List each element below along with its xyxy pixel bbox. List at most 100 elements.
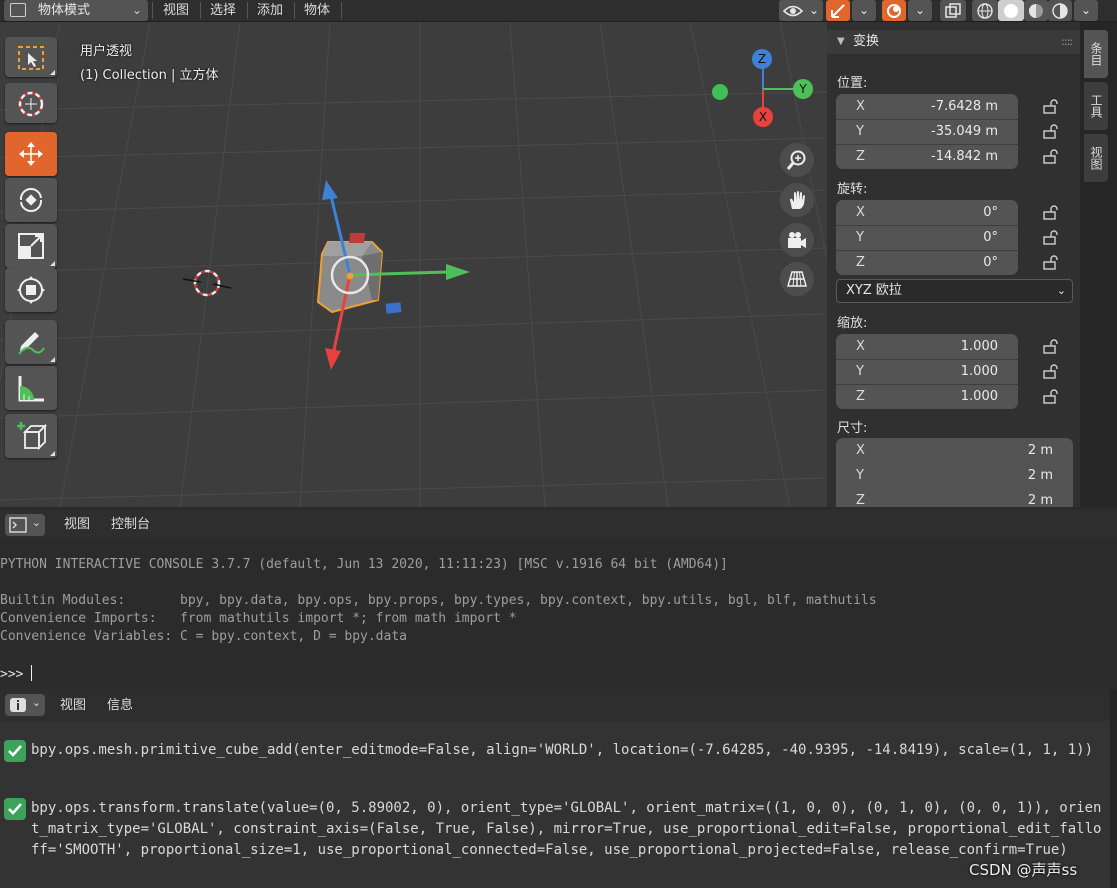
visibility-dropdown[interactable]: ⌄ xyxy=(779,0,823,21)
menu-view[interactable]: 视图 xyxy=(155,0,197,21)
console-menu-view[interactable]: 视图 xyxy=(56,514,98,535)
camera-view-button[interactable] xyxy=(780,223,814,257)
lock-rotation-x-icon[interactable] xyxy=(1042,204,1058,220)
tool-rotate[interactable] xyxy=(5,178,57,222)
scrollbar-strip[interactable] xyxy=(1110,689,1117,888)
info-editor-type-dropdown[interactable]: ⌄ xyxy=(5,694,45,716)
report-item[interactable]: bpy.ops.mesh.primitive_cube_add(enter_ed… xyxy=(2,740,1108,786)
gizmo-z-bubble[interactable]: Z xyxy=(752,49,772,69)
editor-type-dropdown[interactable]: ⌄ xyxy=(5,514,45,536)
lock-location-y-icon[interactable] xyxy=(1042,123,1058,139)
material-sphere-icon xyxy=(1029,4,1043,18)
tool-add-cube[interactable] xyxy=(5,414,57,458)
shading-rendered[interactable] xyxy=(1048,0,1072,21)
info-menu-view[interactable]: 视图 xyxy=(52,695,94,716)
info-log[interactable]: bpy.ops.mesh.primitive_cube_add(enter_ed… xyxy=(0,721,1110,888)
divider xyxy=(836,250,1018,251)
field-value: 0° xyxy=(983,255,998,270)
axis-label: Z xyxy=(856,389,865,404)
drag-grip-icon[interactable]: :::: xyxy=(1061,30,1073,54)
chevron-down-icon: ⌄ xyxy=(858,3,870,17)
tool-select-box[interactable] xyxy=(5,37,57,77)
dimension-x-field[interactable]: X 2 m xyxy=(836,438,1073,463)
report-text: bpy.ops.mesh.primitive_cube_add(enter_ed… xyxy=(31,742,1094,758)
location-y-field[interactable]: Y -35.049 m xyxy=(836,119,1018,144)
submenu-indicator xyxy=(50,357,55,362)
perspective-toggle-button[interactable] xyxy=(780,262,814,296)
chevron-down-icon: ⌄ xyxy=(31,696,41,709)
console-icon xyxy=(9,517,27,533)
location-z-field[interactable]: Z -14.842 m xyxy=(836,144,1018,169)
lock-rotation-y-icon[interactable] xyxy=(1042,229,1058,245)
chevron-down-icon: ⌄ xyxy=(808,3,819,17)
location-label: 位置: xyxy=(837,76,868,91)
scale-x-field[interactable]: X 1.000 xyxy=(836,334,1018,359)
console-line: Convenience Imports: from mathutils impo… xyxy=(0,611,517,626)
3d-viewport[interactable]: Z Y X 物体模式 ⌄ 视图 选择 添加 物体 ⌄ ⌄ ⌄ ⌄ 用户透视 (1… xyxy=(0,0,1117,507)
gizmo-toggle[interactable] xyxy=(826,0,850,21)
mode-dropdown[interactable]: 物体模式 ⌄ xyxy=(4,0,148,21)
divider xyxy=(200,2,201,19)
divider xyxy=(836,119,1018,120)
overlay-icon xyxy=(887,4,901,18)
info-menu-info[interactable]: 信息 xyxy=(99,695,141,716)
axis-label: Y xyxy=(856,364,864,379)
pencil-icon xyxy=(18,332,45,355)
lock-location-x-icon[interactable] xyxy=(1042,98,1058,114)
move-icon xyxy=(19,142,43,166)
scale-z-field[interactable]: Z 1.000 xyxy=(836,384,1018,409)
divider xyxy=(836,359,1018,360)
overlay-toggle[interactable] xyxy=(882,0,906,21)
tab-tool[interactable]: 工具 xyxy=(1084,82,1108,130)
menu-select[interactable]: 选择 xyxy=(202,0,244,21)
gizmo-x-bubble[interactable]: X xyxy=(753,107,773,127)
prompt-symbol: >>> xyxy=(0,667,32,682)
collapse-arrow-icon: ▼ xyxy=(837,36,845,47)
tool-transform[interactable] xyxy=(5,268,57,312)
shading-solid[interactable] xyxy=(998,0,1024,21)
zoom-button[interactable] xyxy=(780,143,814,177)
dimension-y-field[interactable]: Y 2 m xyxy=(836,463,1073,488)
location-x-field[interactable]: X -7.6428 m xyxy=(836,94,1018,119)
tool-annotate[interactable] xyxy=(5,320,57,364)
pan-button[interactable] xyxy=(780,183,814,217)
tool-measure[interactable] xyxy=(5,366,57,410)
console-prompt[interactable]: >>> xyxy=(0,665,33,682)
tab-view[interactable]: 视图 xyxy=(1084,134,1108,182)
shading-material[interactable] xyxy=(1024,0,1048,21)
chevron-down-icon: ⌄ xyxy=(31,516,41,529)
dimension-z-field[interactable]: Z 2 m xyxy=(836,488,1073,507)
tool-scale[interactable] xyxy=(5,224,57,268)
tab-item[interactable]: 条目 xyxy=(1084,30,1108,78)
console-menu-console[interactable]: 控制台 xyxy=(103,514,158,535)
overlay-dropdown[interactable]: ⌄ xyxy=(908,0,932,21)
lock-rotation-z-icon[interactable] xyxy=(1042,254,1058,270)
lock-scale-x-icon[interactable] xyxy=(1042,338,1058,354)
lock-scale-y-icon[interactable] xyxy=(1042,363,1058,379)
rotation-z-field[interactable]: Z 0° xyxy=(836,250,1018,275)
python-console[interactable]: PYTHON INTERACTIVE CONSOLE 3.7.7 (defaul… xyxy=(0,540,1117,689)
lock-scale-z-icon[interactable] xyxy=(1042,388,1058,404)
scale-y-field[interactable]: Y 1.000 xyxy=(836,359,1018,384)
shading-dropdown[interactable]: ⌄ xyxy=(1074,0,1098,21)
xray-toggle[interactable] xyxy=(940,0,966,21)
divider xyxy=(836,384,1018,385)
divider xyxy=(247,2,248,19)
tool-move[interactable] xyxy=(5,132,57,176)
rotation-x-field[interactable]: X 0° xyxy=(836,200,1018,225)
menu-add[interactable]: 添加 xyxy=(249,0,291,21)
gizmo-dropdown[interactable]: ⌄ xyxy=(852,0,876,21)
chevron-down-icon: ⌄ xyxy=(914,3,926,17)
shading-wireframe[interactable] xyxy=(972,0,998,21)
blender-window: Z Y X 物体模式 ⌄ 视图 选择 添加 物体 ⌄ ⌄ ⌄ ⌄ 用户透视 (1… xyxy=(0,0,1117,888)
menu-object[interactable]: 物体 xyxy=(296,0,338,21)
console-line: Builtin Modules: bpy, bpy.data, bpy.ops,… xyxy=(0,593,877,608)
tool-cursor[interactable] xyxy=(5,83,57,123)
rotation-y-field[interactable]: Y 0° xyxy=(836,225,1018,250)
report-item[interactable]: bpy.ops.transform.translate(value=(0, 5.… xyxy=(2,798,1108,886)
lock-location-z-icon[interactable] xyxy=(1042,148,1058,164)
field-value: 1.000 xyxy=(960,364,998,379)
rotation-mode-select[interactable]: XYZ 欧拉 ⌄ xyxy=(836,279,1073,303)
gizmo-y-bubble[interactable]: Y xyxy=(793,79,813,99)
transform-panel-header[interactable]: ▼ 变换 :::: xyxy=(827,30,1080,54)
